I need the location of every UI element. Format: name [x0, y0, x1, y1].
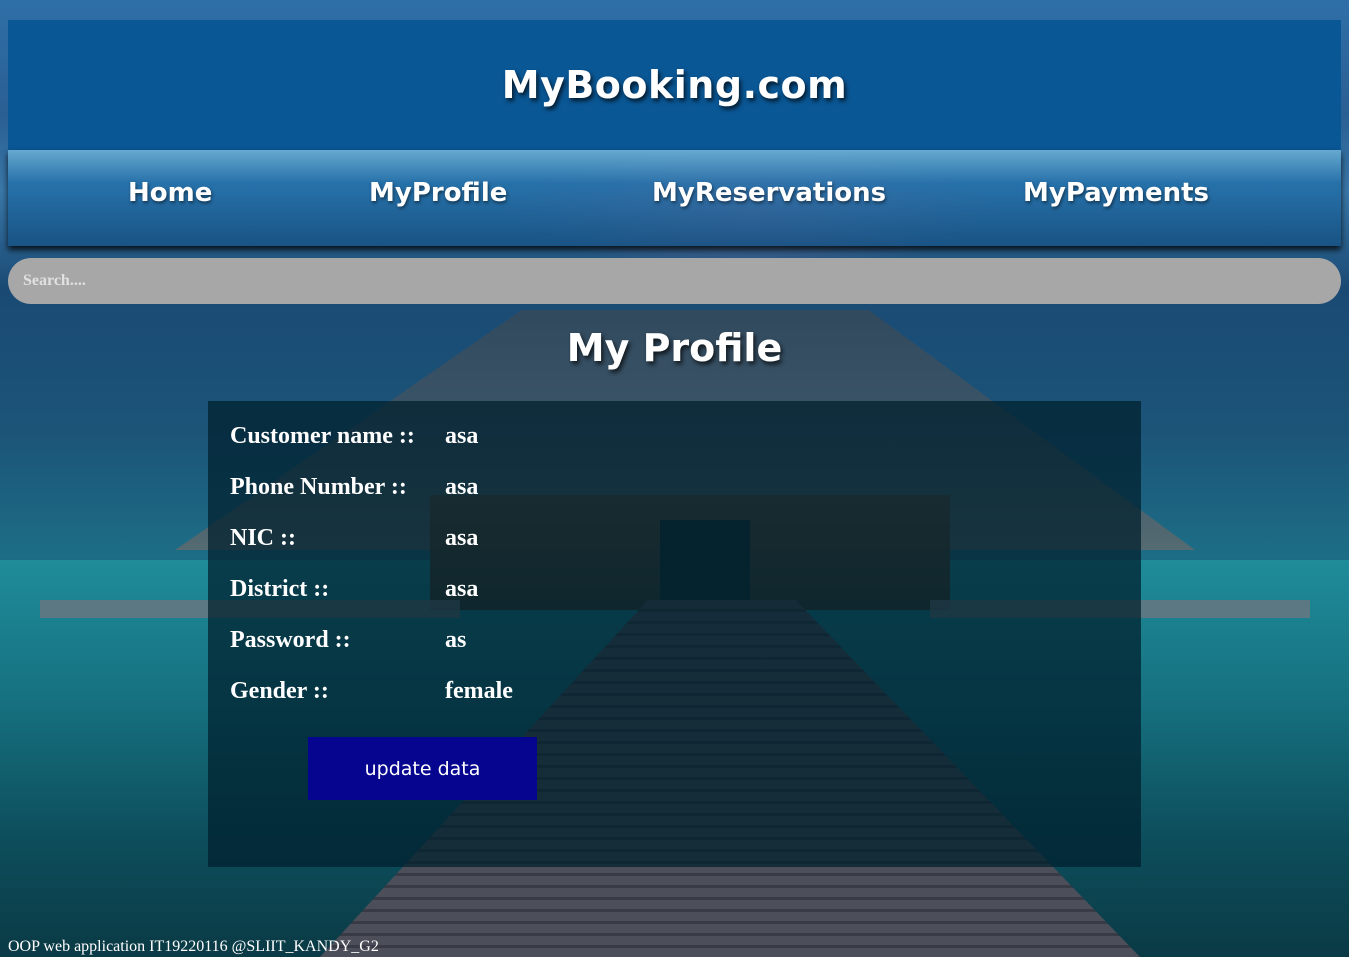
- nav-item-home[interactable]: Home: [128, 178, 212, 208]
- update-data-button[interactable]: update data: [308, 737, 537, 800]
- profile-card: Customer name :: asa Phone Number :: asa…: [208, 401, 1141, 867]
- field-label: Password ::: [230, 627, 351, 653]
- nav-item-myreservations[interactable]: MyReservations: [652, 178, 886, 208]
- main-nav: Home MyProfile MyReservations MyPayments: [8, 150, 1341, 246]
- field-label: NIC ::: [230, 525, 296, 551]
- page-title: My Profile: [566, 326, 783, 370]
- footer-text: OOP web application IT19220116 @SLIIT_KA…: [8, 938, 379, 955]
- site-header: MyBooking.com: [8, 20, 1341, 150]
- field-label: Phone Number ::: [230, 474, 407, 500]
- field-label: District ::: [230, 576, 330, 602]
- nav-item-mypayments[interactable]: MyPayments: [1023, 178, 1209, 208]
- field-value: asa: [445, 576, 479, 602]
- field-label: Gender ::: [230, 678, 329, 704]
- search-input[interactable]: [8, 258, 1341, 304]
- field-value: asa: [445, 525, 479, 551]
- field-value: female: [445, 678, 513, 704]
- site-title: MyBooking.com: [501, 63, 848, 107]
- field-value: asa: [445, 474, 479, 500]
- field-value: asa: [445, 423, 479, 449]
- field-label: Customer name ::: [230, 423, 415, 449]
- field-value: as: [445, 627, 467, 653]
- nav-item-myprofile[interactable]: MyProfile: [369, 178, 507, 208]
